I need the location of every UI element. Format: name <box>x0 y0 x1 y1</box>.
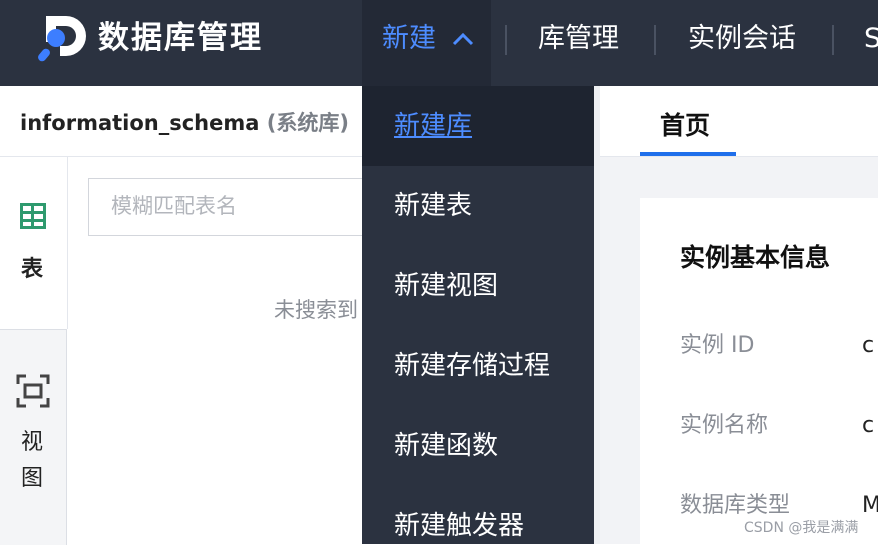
menu-item-label: 新建视图 <box>394 271 499 301</box>
info-value-db-type: M <box>862 493 878 518</box>
tab-tables-label: 表 <box>21 257 44 282</box>
tab-views-label-1: 视 <box>21 430 44 455</box>
database-system-tag: (系统库) <box>266 111 349 135</box>
menu-item-new-table[interactable]: 新建表 <box>362 166 594 246</box>
info-value-instance-name: c <box>862 413 875 438</box>
nav-new-menu[interactable]: 新建 <box>362 0 491 86</box>
chevron-up-icon <box>452 32 474 46</box>
nav-item-sessions[interactable]: 实例会话 <box>688 19 796 59</box>
main-tabs-bar: 首页 <box>600 86 878 157</box>
app-logo-icon <box>38 16 86 62</box>
tab-tables[interactable]: 表 <box>0 157 68 329</box>
tab-views[interactable]: 视 图 <box>0 329 67 545</box>
info-label-instance-id: 实例 ID <box>680 333 755 358</box>
menu-item-new-database[interactable]: 新建库 <box>362 86 594 166</box>
nav-divider <box>832 25 834 55</box>
database-name: information_schema <box>20 111 260 135</box>
nav-item-more[interactable]: S <box>864 19 878 59</box>
view-icon <box>16 374 50 408</box>
active-tab-indicator <box>640 152 736 156</box>
top-navbar: 数据库管理 新建 库管理 实例会话 S <box>0 0 878 86</box>
app-title: 数据库管理 <box>98 20 263 56</box>
database-header: information_schema (系统库) <box>0 86 362 157</box>
menu-item-new-function[interactable]: 新建函数 <box>362 406 594 486</box>
menu-item-label: 新建函数 <box>394 431 499 461</box>
new-dropdown-menu: 新建库 新建表 新建视图 新建存储过程 新建函数 新建触发器 <box>362 86 594 544</box>
table-icon <box>20 203 46 229</box>
database-selector[interactable]: information_schema (系统库) <box>20 108 349 138</box>
menu-item-new-view[interactable]: 新建视图 <box>362 246 594 326</box>
menu-item-label: 新建库 <box>394 111 473 141</box>
table-search-input[interactable] <box>109 193 373 219</box>
nav-divider <box>654 25 656 55</box>
tab-home[interactable]: 首页 <box>660 108 710 144</box>
tab-views-label-2: 图 <box>21 466 44 491</box>
object-type-tabs: 表 视 图 <box>0 157 68 545</box>
watermark-text: CSDN @我是满满 <box>744 520 859 536</box>
menu-item-new-trigger[interactable]: 新建触发器 <box>362 486 594 544</box>
menu-item-label: 新建表 <box>394 191 473 221</box>
nav-new-label: 新建 <box>382 23 436 54</box>
nav-item-library[interactable]: 库管理 <box>538 19 619 59</box>
table-search-box[interactable] <box>88 178 378 236</box>
nav-divider <box>505 25 507 55</box>
instance-info-card: 实例基本信息 实例 ID c 实例名称 c 数据库类型 M <box>640 198 878 544</box>
menu-item-label: 新建存储过程 <box>394 351 551 381</box>
card-title: 实例基本信息 <box>680 243 831 272</box>
menu-item-new-procedure[interactable]: 新建存储过程 <box>362 326 594 406</box>
tab-divider <box>67 157 68 329</box>
empty-result-text: 未搜索到 <box>274 298 358 322</box>
info-value-instance-id: c <box>862 333 875 358</box>
info-label-instance-name: 实例名称 <box>680 413 769 438</box>
menu-item-label: 新建触发器 <box>394 511 525 541</box>
